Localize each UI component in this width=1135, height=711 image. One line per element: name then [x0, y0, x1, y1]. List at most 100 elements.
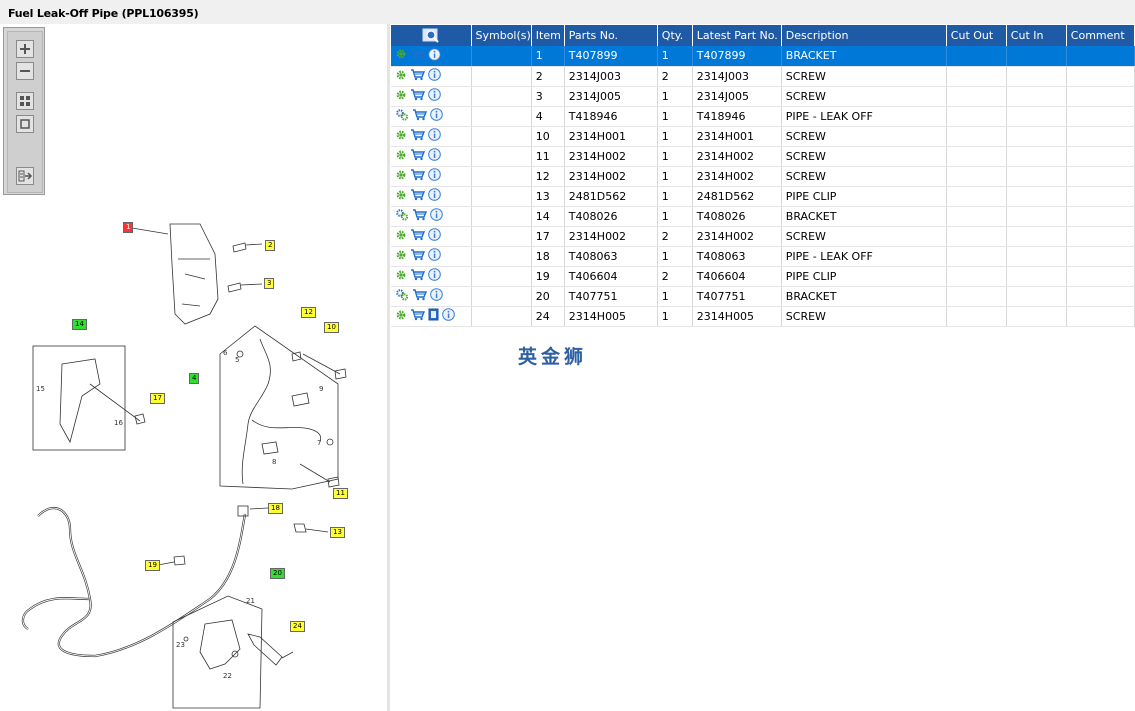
info-icon[interactable] — [428, 68, 441, 84]
window-title: Fuel Leak-Off Pipe (PPL106395) — [8, 7, 199, 20]
cut-out-cell — [946, 166, 1007, 187]
callout-1[interactable]: 1 — [123, 222, 134, 233]
service-gear-icon[interactable] — [395, 189, 407, 204]
callout-19[interactable]: 19 — [145, 560, 160, 571]
cart-icon[interactable] — [410, 268, 426, 284]
table-row[interactable]: 2 2314J003 2 2314J003 SCREW — [391, 66, 1135, 87]
description-cell: PIPE CLIP — [781, 266, 947, 287]
callout-10[interactable]: 10 — [324, 322, 339, 333]
cart-icon[interactable] — [410, 48, 426, 64]
symbols-cell — [471, 206, 532, 227]
column-header-latest-part[interactable]: Latest Part No. — [692, 25, 782, 46]
callout-4[interactable]: 4 — [189, 373, 200, 384]
service-gear-icon[interactable] — [395, 89, 407, 104]
column-header-description[interactable]: Description — [781, 25, 947, 46]
table-row[interactable]: 1 T407899 1 T407899 BRACKET — [391, 46, 1135, 67]
callout-14[interactable]: 14 — [72, 319, 87, 330]
description-cell: PIPE - LEAK OFF — [781, 106, 947, 127]
magnifier-icon[interactable] — [422, 28, 440, 44]
item-cell: 17 — [531, 226, 565, 247]
diagram-number: 6 — [223, 349, 228, 357]
callout-20[interactable]: 20 — [270, 568, 285, 579]
column-header-cut-in[interactable]: Cut In — [1006, 25, 1067, 46]
callout-3[interactable]: 3 — [264, 278, 275, 289]
cart-icon[interactable] — [412, 108, 428, 124]
info-icon[interactable] — [428, 168, 441, 184]
callout-2[interactable]: 2 — [265, 240, 276, 251]
info-icon[interactable] — [428, 148, 441, 164]
document-icon[interactable] — [428, 308, 439, 324]
cart-icon[interactable] — [410, 228, 426, 244]
cart-icon[interactable] — [410, 168, 426, 184]
service-gears-icon[interactable] — [395, 108, 409, 124]
table-row[interactable]: 10 2314H001 1 2314H001 SCREW — [391, 126, 1135, 147]
service-gear-icon[interactable] — [395, 309, 407, 324]
info-icon[interactable] — [428, 248, 441, 264]
column-header-parts-no[interactable]: Parts No. — [564, 25, 658, 46]
column-header-symbols[interactable]: Symbol(s) — [471, 25, 532, 46]
info-icon[interactable] — [428, 268, 441, 284]
service-gear-icon[interactable] — [395, 48, 407, 63]
info-icon[interactable] — [430, 208, 443, 224]
service-gears-icon[interactable] — [395, 208, 409, 224]
table-row[interactable]: 12 2314H002 1 2314H002 SCREW — [391, 166, 1135, 187]
service-gear-icon[interactable] — [395, 269, 407, 284]
qty-cell: 2 — [657, 266, 693, 287]
column-header-qty[interactable]: Qty. — [657, 25, 693, 46]
table-row[interactable]: 11 2314H002 1 2314H002 SCREW — [391, 146, 1135, 167]
cart-icon[interactable] — [412, 288, 428, 304]
table-row[interactable]: 18 T408063 1 T408063 PIPE - LEAK OFF — [391, 246, 1135, 267]
table-row[interactable]: 4 T418946 1 T418946 PIPE - LEAK OFF — [391, 106, 1135, 127]
service-gear-icon[interactable] — [395, 229, 407, 244]
table-row[interactable]: 17 2314H002 2 2314H002 SCREW — [391, 226, 1135, 247]
callout-11[interactable]: 11 — [333, 488, 348, 499]
row-actions — [391, 286, 472, 307]
cart-icon[interactable] — [410, 248, 426, 264]
column-header-comment[interactable]: Comment — [1066, 25, 1135, 46]
table-row[interactable]: 13 2481D562 1 2481D562 PIPE CLIP — [391, 186, 1135, 207]
cart-icon[interactable] — [412, 208, 428, 224]
service-gear-icon[interactable] — [395, 129, 407, 144]
info-icon[interactable] — [430, 108, 443, 124]
service-gear-icon[interactable] — [395, 249, 407, 264]
column-header-item[interactable]: Item — [531, 25, 565, 46]
latest-part-cell: 2314H002 — [692, 146, 782, 167]
cart-icon[interactable] — [410, 188, 426, 204]
cart-icon[interactable] — [410, 68, 426, 84]
cut-in-cell — [1006, 206, 1067, 227]
cut-out-cell — [946, 206, 1007, 227]
column-header-search[interactable] — [391, 25, 472, 46]
cart-icon[interactable] — [410, 308, 426, 324]
cut-in-cell — [1006, 266, 1067, 287]
service-gear-icon[interactable] — [395, 169, 407, 184]
table-row[interactable]: 3 2314J005 1 2314J005 SCREW — [391, 86, 1135, 107]
info-icon[interactable] — [428, 47, 441, 64]
callout-24[interactable]: 24 — [290, 621, 305, 632]
diagram-number: 15 — [36, 385, 45, 393]
info-icon[interactable] — [428, 88, 441, 104]
info-icon[interactable] — [428, 128, 441, 144]
info-icon[interactable] — [428, 228, 441, 244]
info-icon[interactable] — [430, 288, 443, 304]
callout-18[interactable]: 18 — [268, 503, 283, 514]
cart-icon[interactable] — [410, 128, 426, 144]
callout-12[interactable]: 12 — [301, 307, 316, 318]
description-cell: SCREW — [781, 146, 947, 167]
column-header-cut-out[interactable]: Cut Out — [946, 25, 1007, 46]
info-icon[interactable] — [442, 308, 455, 324]
table-row[interactable]: 20 T407751 1 T407751 BRACKET — [391, 286, 1135, 307]
diagram-panel[interactable]: 1 2 3 14 17 4 12 10 11 18 13 19 20 24 15… — [0, 24, 387, 711]
service-gear-icon[interactable] — [395, 149, 407, 164]
callout-17[interactable]: 17 — [150, 393, 165, 404]
service-gears-icon[interactable] — [395, 288, 409, 304]
service-gear-icon[interactable] — [395, 69, 407, 84]
table-row[interactable]: 24 2314H005 1 2314H005 SCREW — [391, 306, 1135, 327]
comment-cell — [1066, 266, 1135, 287]
table-row[interactable]: 14 T408026 1 T408026 BRACKET — [391, 206, 1135, 227]
table-row[interactable]: 19 T406604 2 T406604 PIPE CLIP — [391, 266, 1135, 287]
callout-13[interactable]: 13 — [330, 527, 345, 538]
info-icon[interactable] — [428, 188, 441, 204]
cart-icon[interactable] — [410, 148, 426, 164]
cut-out-cell — [946, 266, 1007, 287]
cart-icon[interactable] — [410, 88, 426, 104]
